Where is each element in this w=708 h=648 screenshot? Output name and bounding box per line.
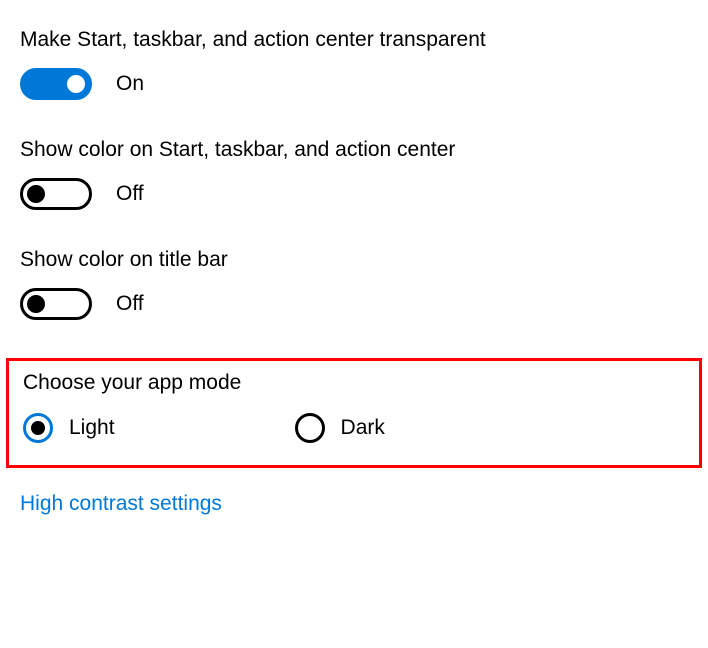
- radio-dark-label: Dark: [341, 416, 385, 440]
- transparency-toggle[interactable]: [20, 68, 92, 100]
- show-color-title-label: Show color on title bar: [20, 248, 688, 272]
- setting-show-color-start: Show color on Start, taskbar, and action…: [20, 138, 688, 210]
- transparency-toggle-row: On: [20, 68, 688, 100]
- setting-show-color-title: Show color on title bar Off: [20, 248, 688, 320]
- show-color-start-label: Show color on Start, taskbar, and action…: [20, 138, 688, 162]
- app-mode-heading: Choose your app mode: [23, 371, 685, 395]
- toggle-knob-icon: [27, 295, 45, 313]
- high-contrast-link[interactable]: High contrast settings: [20, 492, 222, 516]
- app-mode-radio-row: Light Dark: [23, 413, 685, 443]
- radio-dark[interactable]: Dark: [295, 413, 385, 443]
- radio-circle-icon: [295, 413, 325, 443]
- toggle-knob-icon: [67, 75, 85, 93]
- setting-transparency: Make Start, taskbar, and action center t…: [20, 28, 688, 100]
- toggle-knob-icon: [27, 185, 45, 203]
- radio-dot-icon: [31, 421, 45, 435]
- show-color-title-toggle-row: Off: [20, 288, 688, 320]
- transparency-state: On: [116, 72, 144, 96]
- radio-circle-icon: [23, 413, 53, 443]
- show-color-start-state: Off: [116, 182, 144, 206]
- transparency-label: Make Start, taskbar, and action center t…: [20, 28, 688, 52]
- show-color-title-toggle[interactable]: [20, 288, 92, 320]
- radio-light[interactable]: Light: [23, 413, 115, 443]
- radio-light-label: Light: [69, 416, 115, 440]
- app-mode-section: Choose your app mode Light Dark: [6, 358, 702, 468]
- show-color-start-toggle[interactable]: [20, 178, 92, 210]
- show-color-title-state: Off: [116, 292, 144, 316]
- show-color-start-toggle-row: Off: [20, 178, 688, 210]
